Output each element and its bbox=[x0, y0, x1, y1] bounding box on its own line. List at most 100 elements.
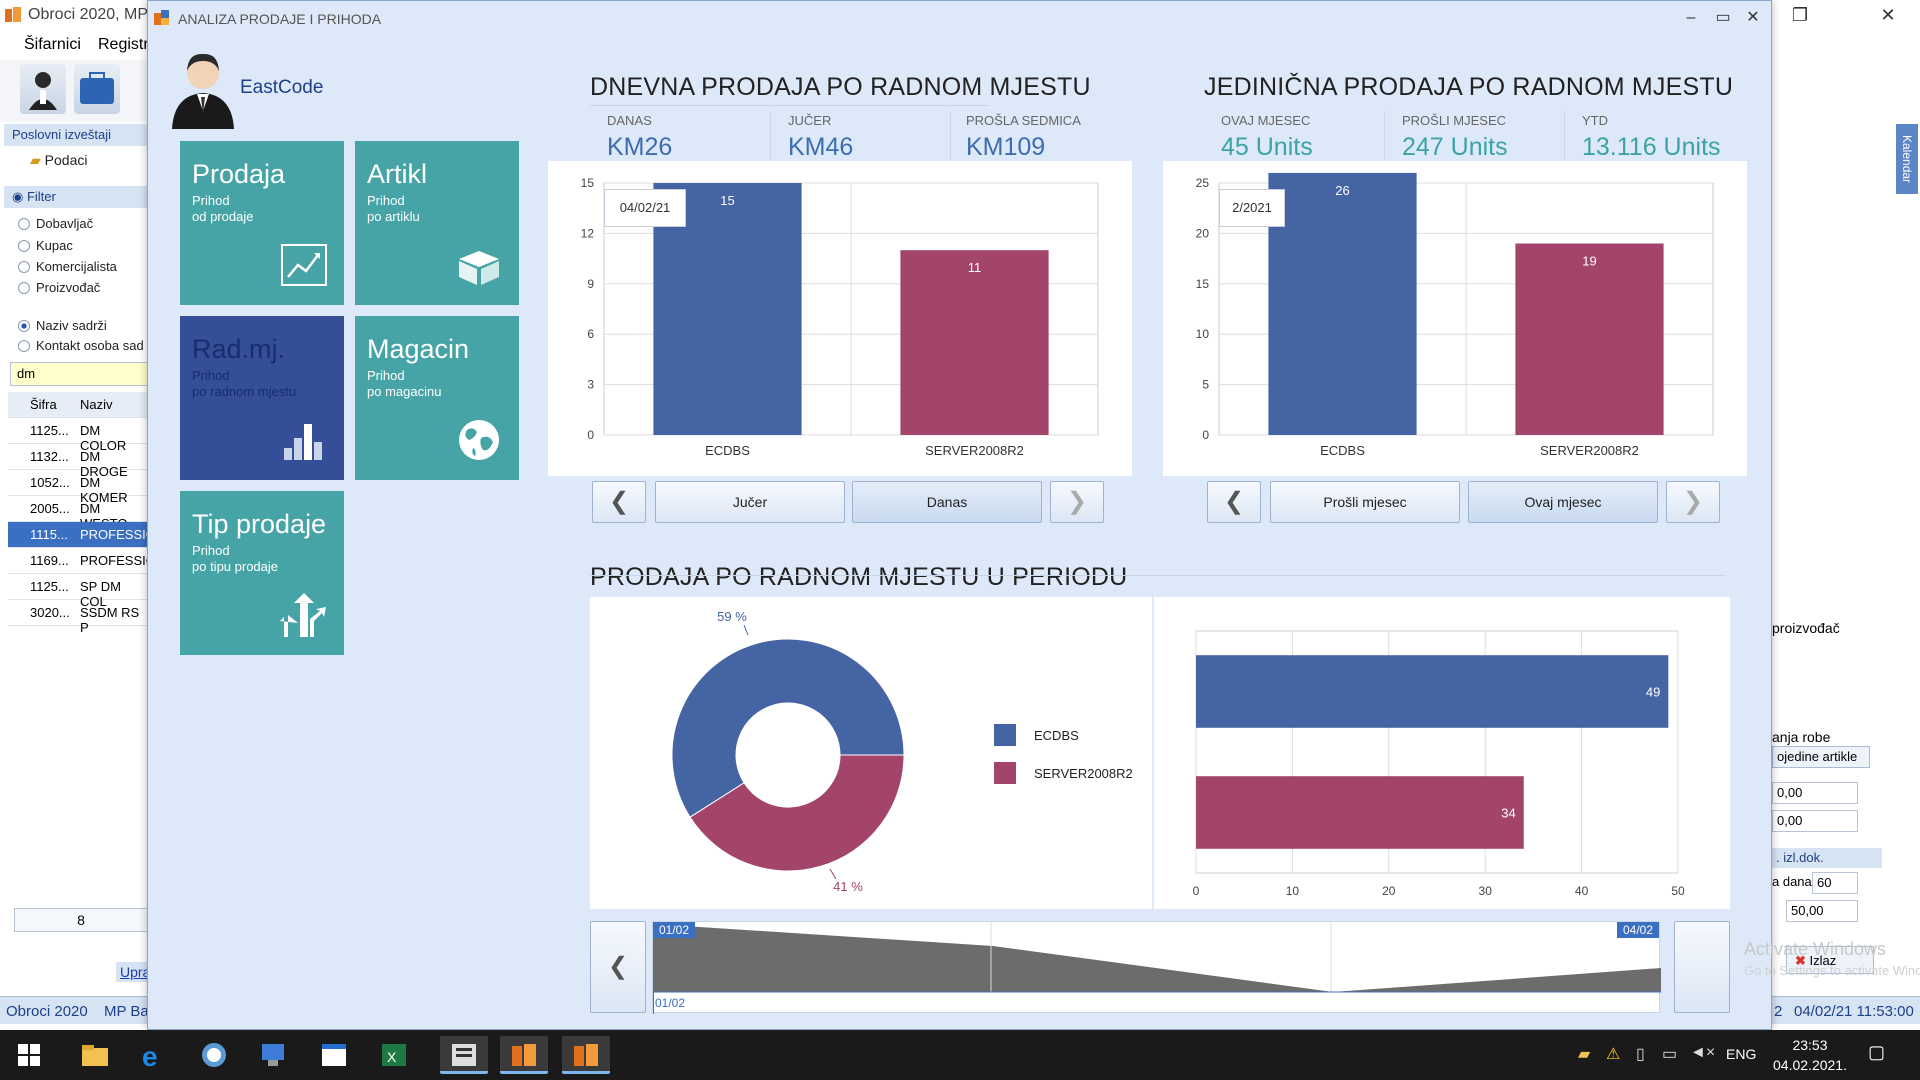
dana-input[interactable]: 60 bbox=[1812, 872, 1858, 894]
tray-language[interactable]: ENG bbox=[1726, 1046, 1756, 1062]
slider-end-label[interactable]: 04/02 bbox=[1616, 922, 1659, 938]
daily-next-button[interactable]: ❯ bbox=[1050, 481, 1104, 523]
anja-robe-label: anja robe bbox=[1772, 729, 1831, 745]
bg-close-button[interactable]: ✕ bbox=[1868, 2, 1908, 28]
analiza-app-icon[interactable] bbox=[562, 1036, 610, 1074]
filter-header[interactable]: ◉ Filter bbox=[4, 186, 148, 208]
user-avatar-icon bbox=[172, 53, 234, 129]
col-sifra[interactable]: Šifra bbox=[30, 397, 57, 412]
y-tick-label: 12 bbox=[581, 226, 595, 240]
unit-next-button[interactable]: ❯ bbox=[1666, 481, 1720, 523]
kpi-danas-value: KM26 bbox=[607, 133, 673, 161]
radio-komercijalista[interactable]: Komercijalista bbox=[18, 259, 117, 274]
value-field-1[interactable]: 0,00 bbox=[1772, 782, 1858, 804]
excel-app-icon[interactable]: X bbox=[370, 1036, 418, 1074]
kpi-separator bbox=[770, 111, 771, 163]
tile-magacin[interactable]: Magacin Prihod po magacinu bbox=[355, 316, 519, 480]
tile-prodaja[interactable]: Prodaja Prihod od prodaje bbox=[180, 141, 344, 305]
y-tick-label: 15 bbox=[581, 176, 595, 190]
table-row[interactable]: 1132... DM DROGE bbox=[8, 444, 148, 479]
customer-grid: Šifra Naziv 1125... DM COLOR 1132... DM DRO… bbox=[8, 392, 155, 635]
legend-swatch bbox=[994, 724, 1016, 746]
chat-app-icon[interactable] bbox=[190, 1036, 238, 1074]
unit-prev-button[interactable]: ❮ bbox=[1207, 481, 1261, 523]
windows-start-icon[interactable] bbox=[18, 1044, 40, 1066]
maximize-button[interactable]: ▭ bbox=[1708, 5, 1738, 31]
folder-icon: ▰ bbox=[30, 152, 45, 168]
y-tick-label: 3 bbox=[587, 378, 594, 392]
radio-naziv-sadrzi[interactable]: Naziv sadrži bbox=[18, 318, 107, 333]
tray-network-icon[interactable]: ▭ bbox=[1662, 1044, 1677, 1064]
radio-kontakt-osoba[interactable]: Kontakt osoba sad bbox=[18, 338, 144, 353]
kpi-prosli-label: PROŠLI MJESEC bbox=[1402, 113, 1507, 128]
tray-warning-icon[interactable]: ⚠ bbox=[1606, 1044, 1620, 1064]
window-app-icon[interactable] bbox=[310, 1036, 358, 1074]
tile-artikl[interactable]: Artikl Prihod po artiklu bbox=[355, 141, 519, 305]
kalendar-tab[interactable]: Kalendar bbox=[1896, 124, 1918, 194]
menu-registri[interactable]: Registri bbox=[98, 36, 152, 54]
table-row[interactable]: 1125... SP DM COL bbox=[8, 574, 148, 609]
y-tick-label: 0 bbox=[1202, 428, 1209, 442]
cell-naziv: PROFESSIC bbox=[80, 553, 156, 568]
dana-label: a dana bbox=[1772, 874, 1812, 889]
cell-sifra: 3020... bbox=[30, 605, 70, 620]
minimize-button[interactable]: – bbox=[1676, 5, 1706, 31]
tile-tip-prodaje[interactable]: Tip prodaje Prihod po tipu prodaje bbox=[180, 491, 344, 655]
y-tick-label: 0 bbox=[587, 428, 594, 442]
network-app-icon[interactable] bbox=[250, 1036, 298, 1074]
dialog-close-button[interactable]: ✕ bbox=[1738, 5, 1768, 31]
notification-icon[interactable]: ▢ bbox=[1868, 1042, 1885, 1063]
tray-clock[interactable]: 23:53 04.02.2021. bbox=[1770, 1035, 1850, 1075]
prosli-mjesec-button[interactable]: Prošli mjesec bbox=[1270, 481, 1460, 523]
pojedine-artikle-button[interactable]: ojedine artikle bbox=[1772, 746, 1870, 768]
table-row[interactable]: 3020... SSDM RS P bbox=[8, 600, 148, 635]
tile-title: Prodaja bbox=[192, 159, 286, 189]
slider-track[interactable]: 01/02 04/02 01/02 bbox=[652, 921, 1661, 1014]
radio-dobavljac[interactable]: Dobavljač bbox=[18, 216, 93, 231]
table-row[interactable]: 1115... PROFESSIC bbox=[8, 522, 155, 548]
date-range-slider[interactable]: ❮ 01/02 04/02 01/02 Activate Windows Go … bbox=[590, 921, 1920, 1014]
bar bbox=[1196, 776, 1524, 849]
table-row[interactable]: 1125... DM COLOR bbox=[8, 418, 148, 453]
daily-prev-button[interactable]: ❮ bbox=[592, 481, 646, 523]
podaci-label: Podaci bbox=[44, 152, 88, 168]
status-mp: MP Ba bbox=[104, 1003, 149, 1020]
pie-label: 59 % bbox=[717, 609, 747, 624]
slider-prev-button[interactable]: ❮ bbox=[590, 921, 646, 1013]
tile-rad-mj[interactable]: Rad.mj. Prihod po radnom mjestu bbox=[180, 316, 344, 480]
obroci-app-icon[interactable] bbox=[500, 1036, 548, 1074]
cell-sifra: 1132... bbox=[30, 449, 69, 464]
table-row[interactable]: 1169... PROFESSIC bbox=[8, 548, 155, 574]
person-icon[interactable] bbox=[20, 64, 66, 114]
slider-start-label[interactable]: 01/02 bbox=[653, 922, 696, 938]
briefcase-icon[interactable] bbox=[74, 64, 120, 114]
slider-next-button[interactable] bbox=[1674, 921, 1730, 1013]
radio-kupac[interactable]: Kupac bbox=[18, 238, 73, 253]
tray-volume-icon[interactable]: ◄× bbox=[1690, 1044, 1715, 1062]
menu-sifarnici[interactable]: Šifarnici bbox=[24, 36, 81, 54]
jucer-button[interactable]: Jučer bbox=[655, 481, 845, 523]
ovaj-mjesec-button[interactable]: Ovaj mjesec bbox=[1468, 481, 1658, 523]
radio-proizvodjac[interactable]: Proizvođač bbox=[18, 280, 100, 295]
tray-usb-icon[interactable]: ▯ bbox=[1636, 1044, 1645, 1064]
podaci-button[interactable]: ▰ Podaci bbox=[30, 152, 87, 169]
value-field-2[interactable]: 0,00 bbox=[1772, 810, 1858, 832]
search-input[interactable]: dm bbox=[10, 362, 148, 386]
unit-date-badge: 2/2021 bbox=[1219, 189, 1285, 227]
slider-area-svg bbox=[653, 922, 1661, 1014]
bg-restore-button[interactable]: ❐ bbox=[1780, 2, 1820, 28]
tray-folder-icon[interactable]: ▰ bbox=[1578, 1044, 1590, 1064]
table-row[interactable]: 1052... DM KOMER bbox=[8, 470, 148, 505]
eye-icon: ◉ bbox=[12, 189, 27, 204]
server-app-icon[interactable] bbox=[440, 1036, 488, 1074]
file-explorer-icon[interactable] bbox=[70, 1036, 118, 1074]
internet-explorer-icon[interactable]: e bbox=[130, 1036, 178, 1074]
daily-date-badge: 04/02/21 bbox=[604, 189, 686, 227]
col-naziv[interactable]: Naziv bbox=[80, 397, 113, 412]
table-row[interactable]: 2005...DM WESTO bbox=[8, 496, 148, 531]
y-tick-label: 10 bbox=[1196, 327, 1210, 341]
kpi-ytd-value: 13.116 Units bbox=[1582, 133, 1721, 161]
danas-button[interactable]: Danas bbox=[852, 481, 1042, 523]
value-field-3[interactable]: 50,00 bbox=[1786, 900, 1858, 922]
data-label: 15 bbox=[720, 193, 734, 208]
